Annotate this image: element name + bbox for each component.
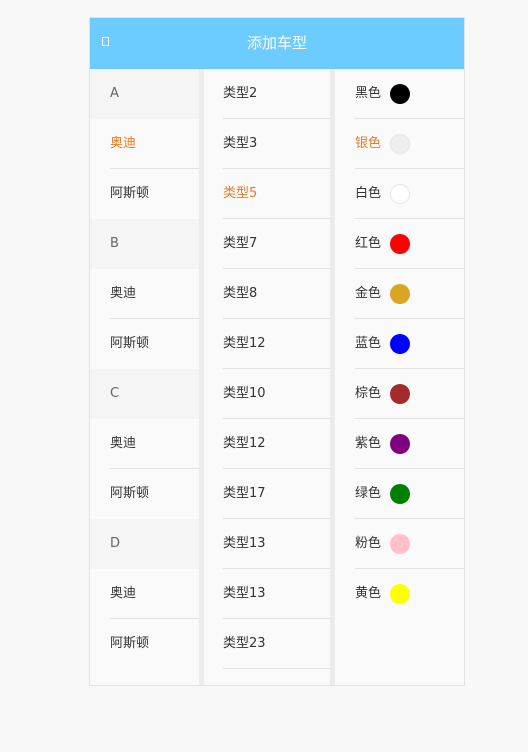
item-label: 类型12	[223, 336, 266, 351]
color-swatch-icon	[390, 84, 410, 104]
item-label: 金色	[355, 286, 382, 301]
section-letter: B	[90, 219, 199, 269]
item-label: 类型5	[223, 186, 258, 201]
item-label: 黄色	[355, 586, 382, 601]
color-swatch-icon	[390, 534, 410, 554]
add-car-model-panel: 添加车型 A 奥迪 阿斯顿 B 奥迪 阿斯顿 C 奥迪 阿斯顿 D 奥迪 阿斯顿 类型2 类型3 类型5 类…	[89, 17, 465, 686]
item-label: 紫色	[355, 436, 382, 451]
color-item[interactable]: 蓝色	[335, 319, 464, 369]
item-label: 类型2	[223, 86, 258, 101]
item-label: 阿斯顿	[110, 186, 150, 201]
brand-item[interactable]: 阿斯顿	[90, 619, 199, 669]
item-label: 奥迪	[110, 136, 137, 151]
section-letter: C	[90, 369, 199, 419]
brand-item[interactable]: 奥迪	[90, 269, 199, 319]
item-label: 类型13	[223, 536, 266, 551]
item-label: 黑色	[355, 86, 382, 101]
item-label: A	[110, 86, 119, 101]
item-label: 阿斯顿	[110, 336, 150, 351]
brand-list[interactable]: A 奥迪 阿斯顿 B 奥迪 阿斯顿 C 奥迪 阿斯顿 D 奥迪 阿斯顿	[90, 69, 199, 685]
color-swatch-icon	[390, 334, 410, 354]
model-item[interactable]: 类型13	[204, 519, 330, 569]
item-label: 绿色	[355, 486, 382, 501]
model-item[interactable]: 类型13	[204, 569, 330, 619]
color-item[interactable]: 白色	[335, 169, 464, 219]
item-label: 棕色	[355, 386, 382, 401]
item-label: 类型3	[223, 136, 258, 151]
item-label: 类型10	[223, 386, 266, 401]
color-item[interactable]: 棕色	[335, 369, 464, 419]
color-item[interactable]: 粉色	[335, 519, 464, 569]
item-label: 奥迪	[110, 436, 137, 451]
color-list[interactable]: 黑色银色白色红色金色蓝色棕色紫色绿色粉色黄色	[335, 69, 464, 685]
item-label: 类型13	[223, 586, 266, 601]
brand-item[interactable]: 奥迪	[90, 569, 199, 619]
item-label: 奥迪	[110, 586, 137, 601]
color-item[interactable]: 黄色	[335, 569, 464, 619]
item-label: D	[110, 536, 121, 551]
item-label: 银色	[355, 136, 382, 151]
item-label: B	[110, 236, 119, 251]
item-label: 类型23	[223, 636, 266, 651]
header-bar: 添加车型	[90, 18, 464, 69]
color-item[interactable]: 红色	[335, 219, 464, 269]
section-letter: D	[90, 519, 199, 569]
model-item[interactable]: 类型10	[204, 369, 330, 419]
item-label: 类型12	[223, 436, 266, 451]
color-item[interactable]: 金色	[335, 269, 464, 319]
item-label: 白色	[355, 186, 382, 201]
brand-item[interactable]: 奥迪	[90, 119, 199, 169]
model-item[interactable]: 类型2	[204, 69, 330, 119]
color-swatch-icon	[390, 134, 410, 154]
brand-item[interactable]: 阿斯顿	[90, 469, 199, 519]
item-label: 红色	[355, 236, 382, 251]
model-item[interactable]: 类型5	[204, 169, 330, 219]
color-swatch-icon	[390, 484, 410, 504]
color-swatch-icon	[390, 284, 410, 304]
brand-item[interactable]: 阿斯顿	[90, 319, 199, 369]
model-item[interactable]: 类型8	[204, 269, 330, 319]
item-label: 粉色	[355, 536, 382, 551]
item-label: 阿斯顿	[110, 486, 150, 501]
color-swatch-icon	[390, 434, 410, 454]
color-swatch-icon	[390, 584, 410, 604]
item-label: 类型7	[223, 236, 258, 251]
color-item[interactable]: 黑色	[335, 69, 464, 119]
color-item[interactable]: 绿色	[335, 469, 464, 519]
model-item[interactable]: 类型23	[204, 619, 330, 669]
color-item[interactable]: 银色	[335, 119, 464, 169]
color-swatch-icon	[390, 384, 410, 404]
model-item[interactable]: 类型3	[204, 119, 330, 169]
model-item[interactable]: 类型12	[204, 419, 330, 469]
item-label: 蓝色	[355, 336, 382, 351]
model-list[interactable]: 类型2 类型3 类型5 类型7 类型8 类型12 类型10 类型12 类型17 类型13 类型13 类…	[204, 69, 330, 685]
item-label: 奥迪	[110, 286, 137, 301]
page-title: 添加车型	[246, 34, 307, 52]
brand-item[interactable]: 奥迪	[90, 419, 199, 469]
section-letter: A	[90, 69, 199, 119]
model-item[interactable]: 类型7	[204, 219, 330, 269]
model-item[interactable]: 类型12	[204, 319, 330, 369]
model-item[interactable]: 类型17	[204, 469, 330, 519]
color-swatch-icon	[390, 234, 410, 254]
item-label: 类型17	[223, 486, 266, 501]
item-label: 阿斯顿	[110, 636, 150, 651]
brand-item[interactable]: 阿斯顿	[90, 169, 199, 219]
color-item[interactable]: 紫色	[335, 419, 464, 469]
item-label: C	[110, 386, 120, 401]
item-label: 类型8	[223, 286, 258, 301]
color-swatch-icon	[390, 184, 410, 204]
